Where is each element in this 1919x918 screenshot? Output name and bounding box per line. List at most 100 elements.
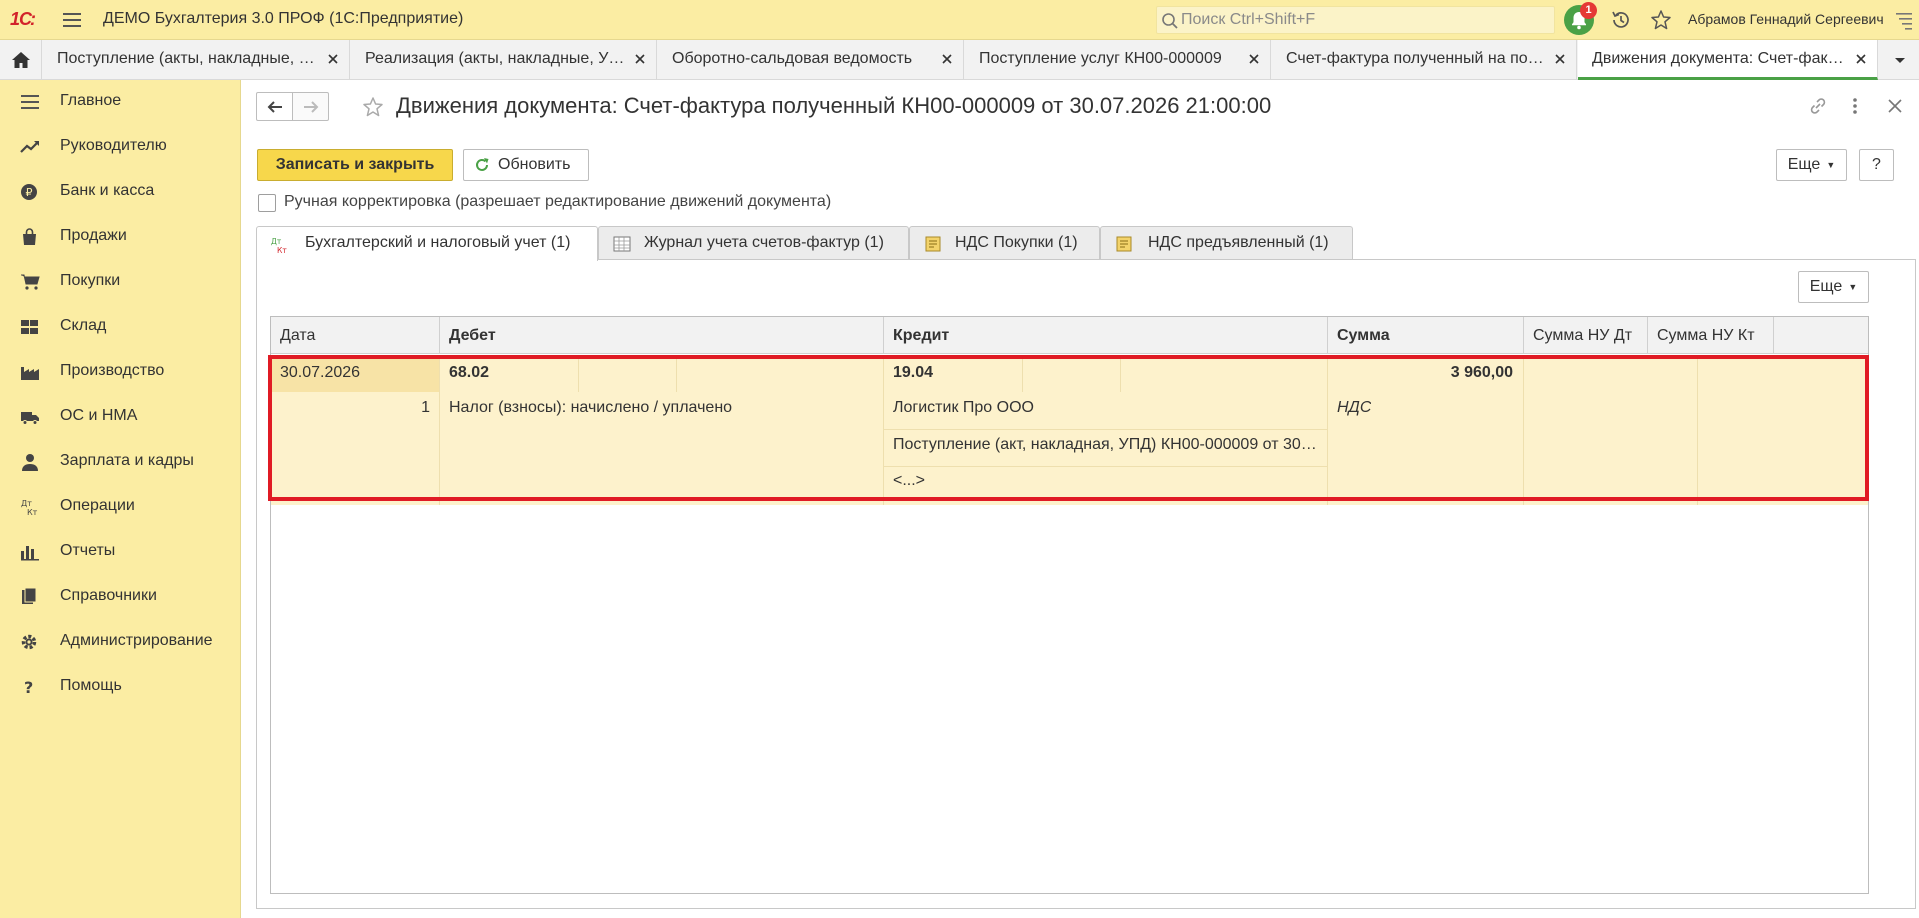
table-icon xyxy=(613,236,631,252)
sidebar-item-fixed-assets[interactable]: ОС и НМА xyxy=(0,397,241,437)
sidebar-item-label: Покупки xyxy=(60,272,121,289)
back-button[interactable] xyxy=(256,92,293,121)
history-icon[interactable] xyxy=(1610,9,1632,31)
tab-window-active[interactable]: Движения документа: Счет-фактура xyxy=(1578,40,1878,80)
cell-credit-account[interactable]: 19.04 xyxy=(893,364,933,382)
app-logo[interactable]: 1С: xyxy=(10,9,36,30)
sections-sidebar: Главное Руководителю ₽ Банк и касса Прод… xyxy=(0,80,241,918)
more-actions-icon[interactable] xyxy=(1852,96,1858,116)
table-row[interactable]: 30.07.2026 1 68.02 Налог (взносы): начис… xyxy=(271,355,1868,505)
close-form-icon[interactable] xyxy=(1885,96,1905,116)
settings-menu-icon[interactable] xyxy=(1895,10,1913,30)
person-icon xyxy=(20,453,40,471)
sidebar-item-manager[interactable]: Руководителю xyxy=(0,127,241,167)
close-icon[interactable] xyxy=(939,51,955,67)
tab-window-1[interactable]: Поступление (акты, накладные, УПД) xyxy=(43,40,350,80)
forward-button[interactable] xyxy=(292,92,329,121)
tab-vat-purchases[interactable]: НДС Покупки (1) xyxy=(909,226,1100,259)
search-input[interactable] xyxy=(1181,10,1541,30)
sidebar-item-label: Главное xyxy=(60,92,122,109)
bag-icon xyxy=(20,228,40,246)
favorites-star-icon[interactable] xyxy=(1650,9,1672,31)
tab-invoice-journal[interactable]: Журнал учета счетов-фактур (1) xyxy=(598,226,909,259)
main-menu-icon[interactable] xyxy=(62,10,82,30)
tab-accounting-tax[interactable]: Дт Кт Бухгалтерский и налоговый учет (1) xyxy=(256,226,598,261)
tab-label: НДС предъявленный (1) xyxy=(1148,234,1329,251)
sidebar-item-label: Справочники xyxy=(60,587,157,604)
sidebar-item-warehouse[interactable]: Склад xyxy=(0,307,241,347)
chevron-down-icon xyxy=(1894,58,1905,63)
link-icon[interactable] xyxy=(1808,96,1828,116)
tabs-list-button[interactable] xyxy=(1880,40,1919,80)
close-icon[interactable] xyxy=(632,51,648,67)
cell-amount-note: НДС xyxy=(1337,399,1372,416)
cell-line-number: 1 xyxy=(421,399,430,416)
cell-amount[interactable]: 3 960,00 xyxy=(1337,364,1513,382)
sidebar-item-help[interactable]: ? Помощь xyxy=(0,667,241,707)
tab-label: Журнал учета счетов-фактур (1) xyxy=(644,234,884,251)
sidebar-item-label: Помощь xyxy=(60,677,122,694)
warehouse-icon xyxy=(20,318,40,336)
arrow-right-icon xyxy=(303,100,318,113)
sidebar-item-operations[interactable]: Дт Кт Операции xyxy=(0,487,241,527)
user-name[interactable]: Абрамов Геннадий Сергеевич xyxy=(1688,11,1884,27)
manual-correction-label: Ручная корректировка (разрешает редактир… xyxy=(284,193,832,210)
tab-label: Поступление (акты, накладные, УПД) xyxy=(57,50,319,67)
close-icon[interactable] xyxy=(1552,51,1568,67)
cell-debit-subconto[interactable]: Налог (взносы): начислено / уплачено xyxy=(449,399,869,417)
column-header-amount[interactable]: Сумма xyxy=(1328,317,1524,354)
sidebar-item-label: Производство xyxy=(60,362,165,379)
cell-credit-subconto-1[interactable]: Логистик Про ООО xyxy=(893,399,1313,417)
sidebar-item-sales[interactable]: Продажи xyxy=(0,217,241,257)
dt-kt-icon: Дт Кт xyxy=(271,236,291,254)
favorite-star-icon[interactable] xyxy=(362,96,384,118)
help-button[interactable]: ? xyxy=(1859,149,1894,181)
sidebar-item-production[interactable]: Производство xyxy=(0,352,241,392)
cell-date[interactable]: 30.07.2026 xyxy=(280,364,360,382)
register-icon xyxy=(924,236,942,252)
dt-kt-icon: Дт Кт xyxy=(20,498,40,516)
sidebar-item-main[interactable]: Главное xyxy=(0,82,241,122)
sidebar-item-label: Руководителю xyxy=(60,137,167,154)
tab-window-5[interactable]: Счет-фактура полученный на поступление xyxy=(1272,40,1577,80)
sidebar-item-label: Отчеты xyxy=(60,542,116,559)
sidebar-item-administration[interactable]: Администрирование xyxy=(0,622,241,662)
save-and-close-button[interactable]: Записать и закрыть xyxy=(257,149,453,181)
home-tab[interactable] xyxy=(0,40,42,80)
column-header-credit[interactable]: Кредит xyxy=(884,317,1328,354)
movements-table[interactable]: Дата Дебет Кредит Сумма Сумма НУ Дт Сумм… xyxy=(270,316,1869,894)
svg-text:Кт: Кт xyxy=(27,508,38,516)
manual-correction-checkbox[interactable] xyxy=(258,194,276,212)
bar-chart-icon xyxy=(20,543,40,561)
trend-icon xyxy=(20,138,40,156)
sidebar-item-bank[interactable]: ₽ Банк и касса xyxy=(0,172,241,212)
column-header-date[interactable]: Дата xyxy=(271,317,440,354)
more-button[interactable]: Еще ▼ xyxy=(1776,149,1847,181)
sidebar-item-catalogs[interactable]: Справочники xyxy=(0,577,241,617)
sidebar-item-label: Склад xyxy=(60,317,107,334)
app-title: ДЕМО Бухгалтерия 3.0 ПРОФ (1С:Предприяти… xyxy=(103,10,464,27)
search-icon xyxy=(1161,12,1179,30)
register-icon xyxy=(1115,236,1133,252)
cell-credit-subconto-2[interactable]: Поступление (акт, накладная, УПД) КН00-0… xyxy=(893,436,1317,454)
sidebar-item-purchases[interactable]: Покупки xyxy=(0,262,241,302)
open-windows-tabbar: Поступление (акты, накладные, УПД) Реали… xyxy=(0,40,1919,80)
tab-label: Оборотно-сальдовая ведомость xyxy=(672,50,913,67)
cell-debit-account[interactable]: 68.02 xyxy=(449,364,489,382)
column-header-amount-tax-dt[interactable]: Сумма НУ Дт xyxy=(1524,317,1648,354)
sidebar-item-salary[interactable]: Зарплата и кадры xyxy=(0,442,241,482)
sidebar-item-reports[interactable]: Отчеты xyxy=(0,532,241,572)
tab-window-4[interactable]: Поступление услуг КН00-000009 xyxy=(965,40,1271,80)
search-box[interactable] xyxy=(1156,6,1555,34)
close-icon[interactable] xyxy=(1246,51,1262,67)
tab-vat-presented[interactable]: НДС предъявленный (1) xyxy=(1100,226,1353,259)
grid-more-button[interactable]: Еще ▼ xyxy=(1798,271,1869,303)
tab-window-2[interactable]: Реализация (акты, накладные, УПД) xyxy=(351,40,657,80)
close-icon[interactable] xyxy=(1853,51,1869,67)
close-icon[interactable] xyxy=(325,51,341,67)
column-header-amount-tax-kt[interactable]: Сумма НУ Кт xyxy=(1648,317,1774,354)
tab-window-3[interactable]: Оборотно-сальдовая ведомость xyxy=(658,40,964,80)
column-header-debit[interactable]: Дебет xyxy=(440,317,884,354)
cell-credit-subconto-3[interactable]: <...> xyxy=(893,472,925,490)
refresh-button[interactable]: Обновить xyxy=(463,149,589,181)
